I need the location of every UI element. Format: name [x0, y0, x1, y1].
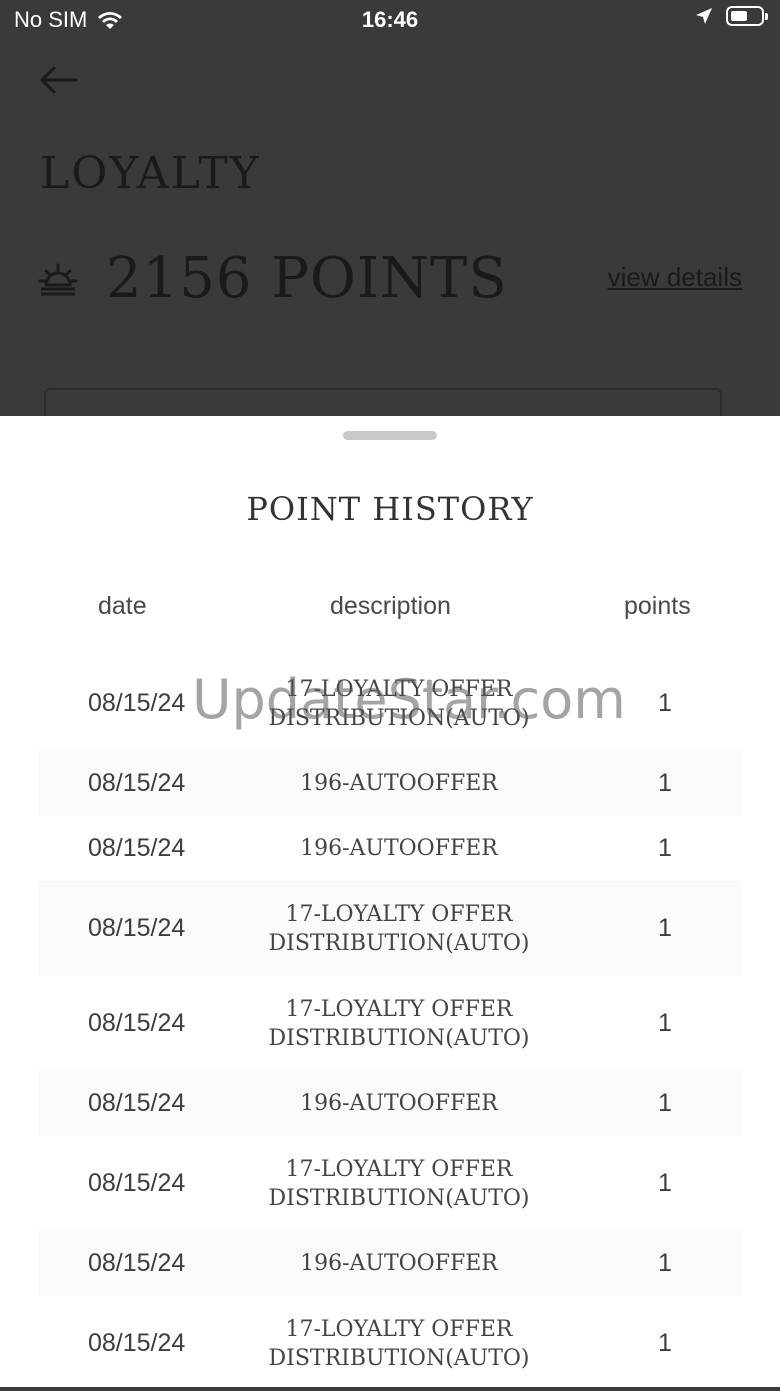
- table-row: 08/15/24 17-LOYALTY OFFER DISTRIBUTION(AU…: [38, 881, 742, 976]
- row-points: 1: [658, 1249, 672, 1277]
- row-description: 17-LOYALTY OFFER DISTRIBUTION(AUTO): [268, 996, 530, 1051]
- row-date: 08/15/24: [88, 834, 186, 862]
- table-row: 08/15/24 196-AUTOOFFER 1: [38, 816, 742, 881]
- row-description: 17-LOYALTY OFFER DISTRIBUTION(AUTO): [268, 901, 530, 956]
- row-points: 1: [658, 834, 672, 862]
- row-date: 08/15/24: [88, 1329, 186, 1357]
- row-points: 1: [658, 914, 672, 942]
- page-title: LOYALTY: [40, 148, 261, 199]
- point-history-sheet: POINT HISTORY date description points 08…: [0, 416, 780, 1387]
- table-row: 08/15/24 17-LOYALTY OFFER DISTRIBUTION(AU…: [38, 976, 742, 1071]
- row-points: 1: [658, 769, 672, 797]
- table-row: 08/15/24 196-AUTOOFFER 1: [38, 751, 742, 816]
- table-row: 08/15/24 196-AUTOOFFER 1: [38, 1071, 742, 1136]
- row-description: 17-LOYALTY OFFER DISTRIBUTION(AUTO): [268, 676, 530, 731]
- column-header-description: description: [330, 592, 451, 620]
- table-row: 08/15/24 196-AUTOOFFER 1: [38, 1231, 742, 1296]
- row-description: 17-LOYALTY OFFER DISTRIBUTION(AUTO): [268, 1156, 530, 1211]
- row-description: 196-AUTOOFFER: [300, 771, 498, 796]
- row-date: 08/15/24: [88, 1089, 186, 1117]
- row-points: 1: [658, 1009, 672, 1037]
- points-summary: 2156 POINTS: [38, 246, 508, 311]
- table-row: 08/15/24 17-LOYALTY OFFER DISTRIBUTION(AU…: [38, 1136, 742, 1231]
- row-description: 196-AUTOOFFER: [300, 1251, 498, 1276]
- sunrise-icon: [38, 263, 78, 295]
- sheet-drag-handle[interactable]: [343, 431, 437, 440]
- row-points: 1: [658, 689, 672, 717]
- column-header-date: date: [98, 592, 147, 620]
- loyalty-page-background: LOYALTY 2156 POINTS view details: [0, 0, 780, 448]
- row-points: 1: [658, 1329, 672, 1357]
- row-points: 1: [658, 1089, 672, 1117]
- table-header: date description points: [0, 592, 780, 632]
- row-description: 17-LOYALTY OFFER DISTRIBUTION(AUTO): [268, 1316, 530, 1371]
- column-header-points: points: [624, 592, 691, 620]
- row-points: 1: [658, 1169, 672, 1197]
- table-row: 08/15/24 17-LOYALTY OFFER DISTRIBUTION(AU…: [38, 656, 742, 751]
- table-row: 08/15/24 17-LOYALTY OFFER DISTRIBUTION(AU…: [38, 1296, 742, 1391]
- row-date: 08/15/24: [88, 1249, 186, 1277]
- row-date: 08/15/24: [88, 914, 186, 942]
- row-date: 08/15/24: [88, 1169, 186, 1197]
- row-date: 08/15/24: [88, 769, 186, 797]
- row-description: 196-AUTOOFFER: [300, 836, 498, 861]
- points-total: 2156 POINTS: [106, 246, 508, 311]
- sheet-title: POINT HISTORY: [246, 490, 534, 528]
- view-details-link[interactable]: view details: [608, 262, 742, 293]
- row-date: 08/15/24: [88, 689, 186, 717]
- history-table: 08/15/24 17-LOYALTY OFFER DISTRIBUTION(AU…: [38, 656, 742, 1391]
- back-arrow-icon[interactable]: [36, 60, 80, 100]
- row-date: 08/15/24: [88, 1009, 186, 1037]
- row-description: 196-AUTOOFFER: [300, 1091, 498, 1116]
